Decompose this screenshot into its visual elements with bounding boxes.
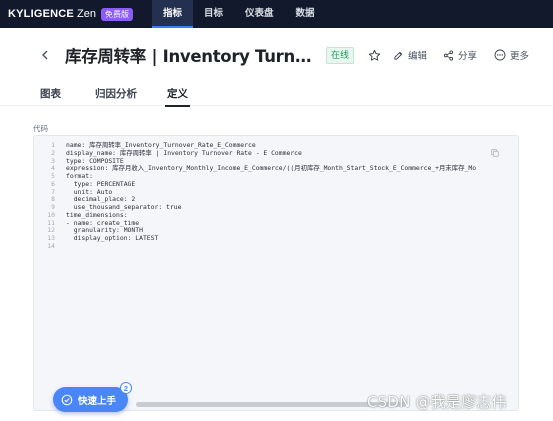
logo-main-text: KYLIGENCE: [8, 8, 74, 20]
nav-item-data[interactable]: 数据: [285, 0, 326, 28]
code-section-label: 代码: [33, 124, 48, 133]
copy-button[interactable]: [490, 145, 501, 157]
more-icon: [494, 49, 506, 61]
page-title: 库存周转率 | Inventory Turnover Rate: [65, 47, 315, 66]
watermark: CSDN @我是廖志伟: [367, 393, 507, 411]
line-number: 2: [51, 148, 55, 157]
favorite-button[interactable]: [367, 48, 381, 62]
line-number: 6: [51, 179, 55, 188]
nav-item-goals[interactable]: 目标: [193, 0, 234, 28]
code-line: 14: [34, 241, 476, 251]
copy-icon: [491, 149, 499, 157]
share-button[interactable]: 分享: [443, 48, 477, 62]
horizontal-scrollbar[interactable]: [136, 402, 406, 407]
share-icon: [443, 49, 454, 61]
tab-definition[interactable]: 定义: [165, 86, 190, 107]
code-lines: 1 name: 库存周转率_Inventory_Turnover_Rate_E_C…: [34, 141, 477, 251]
line-number: 5: [51, 172, 55, 180]
metric-header: 库存周转率 | Inventory Turnover Rate 在线 编辑 分享…: [0, 28, 553, 82]
quick-start-label: 快速上手: [78, 395, 117, 407]
line-text: expression: 库存月收入_Inventory_Monthly_Inco…: [66, 164, 477, 173]
code-editor[interactable]: 1 name: 库存周转率_Inventory_Turnover_Rate_E_C…: [33, 135, 519, 411]
quick-start-button[interactable]: 快速上手: [53, 387, 129, 412]
more-label: 更多: [510, 51, 530, 62]
tab-bar: 图表 归因分析 定义: [0, 82, 553, 107]
line-number: 4: [51, 164, 55, 173]
share-label: 分享: [458, 51, 478, 62]
edit-icon: [394, 51, 403, 60]
logo[interactable]: KYLIGENCE Zen 免费版: [8, 0, 133, 28]
line-number: 14: [47, 241, 55, 250]
logo-sub-text: Zen: [76, 8, 96, 20]
edit-button[interactable]: 编辑: [393, 48, 427, 62]
edit-label: 编辑: [408, 51, 428, 62]
code-line: 13 display_option: LATEST: [34, 234, 476, 243]
free-edition-badge: 免费版: [100, 7, 133, 21]
check-circle-icon: [61, 394, 73, 405]
line-number: 3: [51, 156, 55, 165]
quick-start-count-badge: 2: [120, 382, 132, 394]
line-number: 7: [51, 187, 55, 196]
line-number: 8: [51, 195, 55, 204]
tab-chart[interactable]: 图表: [40, 86, 61, 106]
code-line: 4 expression: 库存月收入_Inventory_Monthly_Inc…: [34, 164, 477, 173]
top-nav: KYLIGENCE Zen 免费版 指标 目标 仪表盘 数据: [0, 0, 553, 28]
nav-menu: 指标 目标 仪表盘 数据: [151, 0, 326, 28]
more-button[interactable]: 更多: [494, 48, 529, 62]
star-icon: [368, 49, 380, 61]
nav-item-dashboard[interactable]: 仪表盘: [234, 0, 285, 28]
status-badge: 在线: [326, 46, 355, 64]
line-number: 1: [51, 141, 55, 149]
tab-attribution[interactable]: 归因分析: [95, 86, 137, 106]
nav-item-metrics[interactable]: 指标: [151, 0, 193, 28]
back-button[interactable]: [38, 48, 52, 62]
chevron-left-icon: [42, 50, 48, 60]
line-text: display_option: LATEST: [66, 234, 159, 242]
